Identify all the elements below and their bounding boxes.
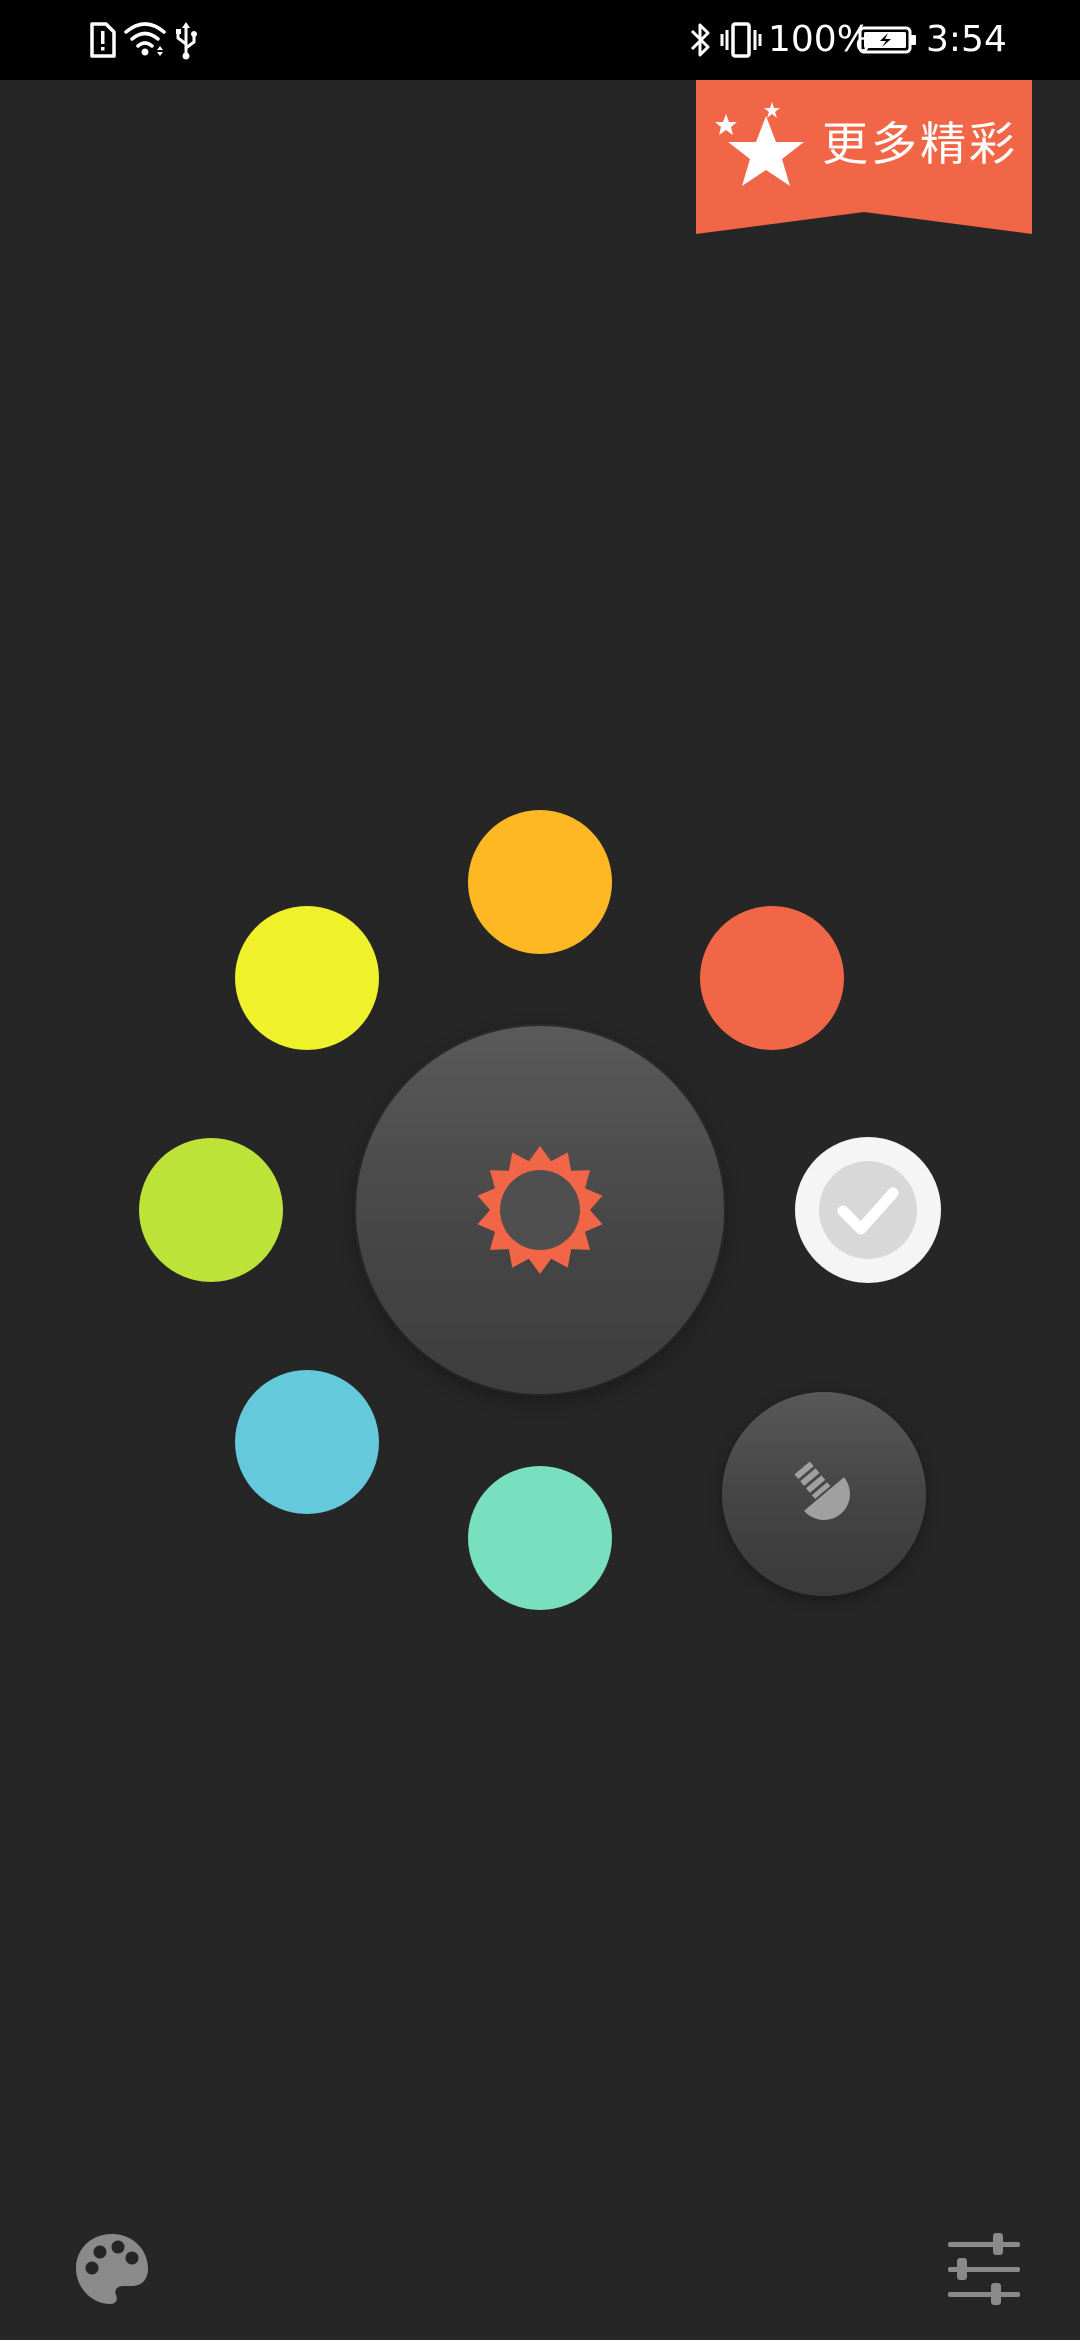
screen: 100% 3:54 更多精彩 [0, 0, 1080, 2340]
settings-sliders-button[interactable] [944, 2230, 1024, 2310]
brightness-button[interactable] [356, 1026, 724, 1394]
swatch-red-orange[interactable] [700, 906, 844, 1050]
check-icon [837, 1187, 899, 1235]
palette-icon [76, 2234, 148, 2304]
color-wheel [0, 0, 1080, 2340]
swatch-yellow[interactable] [235, 906, 379, 1050]
swatch-orange[interactable] [468, 810, 612, 954]
flashlight-button[interactable] [722, 1392, 926, 1596]
palette-button[interactable] [72, 2230, 152, 2310]
swatch-lime[interactable] [139, 1138, 283, 1282]
sliders-icon [948, 2233, 1020, 2305]
flashlight-icon [794, 1461, 850, 1520]
swatch-sky-blue[interactable] [235, 1370, 379, 1514]
swatch-white-selected[interactable] [795, 1137, 941, 1283]
swatch-mint[interactable] [468, 1466, 612, 1610]
sun-icon [477, 1146, 603, 1274]
